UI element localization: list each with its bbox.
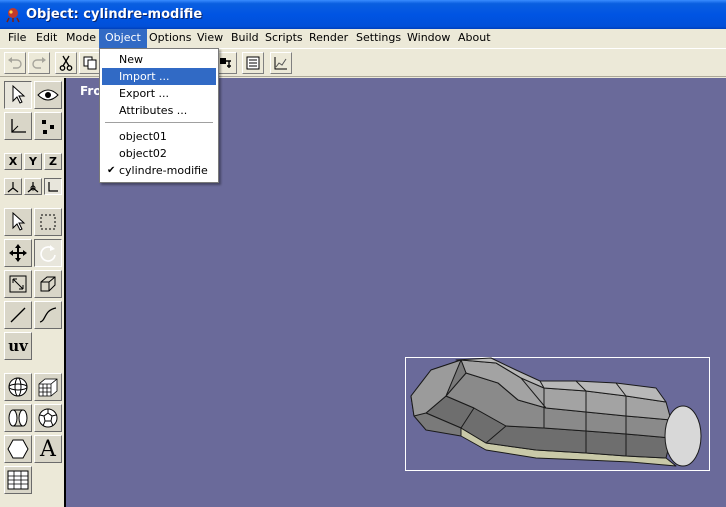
menu-render[interactable]: Render [303,29,354,48]
screen-axes-icon [48,181,58,192]
text-tool-label: A [40,436,56,462]
axis-z-toggle[interactable]: Z [44,153,62,170]
cut-button[interactable] [55,52,77,74]
menu-edit[interactable]: Edit [30,29,63,48]
window-title: Object: cylindre-modifie [26,7,203,22]
points-icon [42,120,54,134]
axis-z-label: Z [49,155,57,168]
cylinder-primitive[interactable] [4,404,32,432]
move-tool[interactable] [4,239,32,267]
menu-item-object01[interactable]: object01 [102,128,216,145]
pointer-tool[interactable] [4,208,32,236]
select-arrow-icon [12,85,26,104]
grid-cube-icon [38,378,58,397]
polyhedron-icon [38,408,58,428]
points-button[interactable] [34,112,62,140]
axis-x-toggle[interactable]: X [4,153,22,170]
menu-options[interactable]: Options [143,29,197,48]
hexagon-icon [7,439,29,459]
hexagon-primitive[interactable] [4,435,32,463]
graph-icon [274,57,287,70]
coord-local-button[interactable] [24,178,42,195]
redo-icon [32,57,46,69]
list-icon [246,56,260,70]
box-icon [40,276,56,292]
title-bar: Object: cylindre-modifie [0,0,726,30]
menu-object[interactable]: Object [99,29,147,48]
pointer-icon [12,212,26,231]
cut-icon [59,55,73,71]
menu-item-export[interactable]: Export ... [102,85,216,102]
menu-file[interactable]: File [2,29,32,48]
copy-icon [83,56,97,70]
menu-item-cylindre-modifie-row[interactable]: ✔ cylindre-modifie [102,162,216,179]
text-tool[interactable]: A [34,435,62,463]
local-axes-icon [27,181,39,192]
polyhedron-primitive[interactable] [34,404,62,432]
menu-bar: File Edit Mode Object Options View Build… [0,29,726,48]
menu-settings[interactable]: Settings [350,29,407,48]
menu-about[interactable]: About [452,29,497,48]
sphere-icon [8,377,28,397]
menu-mode[interactable]: Mode [60,29,102,48]
menu-item-new[interactable]: New [102,51,216,68]
axis-x-label: X [8,155,18,168]
axes-icon [11,119,26,133]
marquee-tool[interactable] [34,208,62,236]
list-button[interactable] [242,52,264,74]
menu-separator [105,122,213,123]
coord-screen-button[interactable] [44,178,62,195]
scale-icon [9,275,27,293]
cylinder-icon [8,409,28,427]
view-button[interactable] [34,81,62,109]
tool-palette: X Y Z uv A [0,78,66,507]
menu-view[interactable]: View [191,29,229,48]
curve-icon [39,307,57,323]
marquee-icon [40,214,56,230]
axis-y-label: Y [29,155,37,168]
undo-button[interactable] [4,52,26,74]
curve-tool[interactable] [34,301,62,329]
redo-button[interactable] [28,52,50,74]
grid-cube-primitive[interactable] [34,373,62,401]
rotate-icon [40,245,56,262]
rotate-tool[interactable] [34,239,62,267]
table-icon [7,470,29,490]
menu-item-import[interactable]: Import ... [102,68,216,85]
checkmark-icon: ✔ [107,165,116,176]
axis-y-toggle[interactable]: Y [24,153,42,170]
world-axes-icon [7,181,19,192]
uv-tool[interactable]: uv [4,332,32,360]
uv-label: uv [8,337,28,355]
move-icon [9,244,27,262]
line-tool[interactable] [4,301,32,329]
scale-tool[interactable] [4,270,32,298]
axes-button[interactable] [4,112,32,140]
graph-button[interactable] [270,52,292,74]
menu-item-object02[interactable]: object02 [102,145,216,162]
line-icon [10,307,26,323]
select-mode-button[interactable] [4,81,32,109]
copy-button[interactable] [79,52,101,74]
menu-scripts[interactable]: Scripts [259,29,309,48]
coord-world-button[interactable] [4,178,22,195]
sphere-primitive[interactable] [4,373,32,401]
menu-item-cylindre-modifie: cylindre-modifie [119,164,208,177]
node-icon [220,58,231,68]
menu-window[interactable]: Window [401,29,456,48]
menu-item-attributes[interactable]: Attributes ... [102,102,216,119]
object-menu-dropdown: New Import ... Export ... Attributes ...… [99,48,219,183]
undo-icon [8,57,22,69]
table-tool[interactable] [4,466,32,494]
app-icon[interactable] [5,7,21,23]
box-tool[interactable] [34,270,62,298]
eye-icon [37,89,59,101]
